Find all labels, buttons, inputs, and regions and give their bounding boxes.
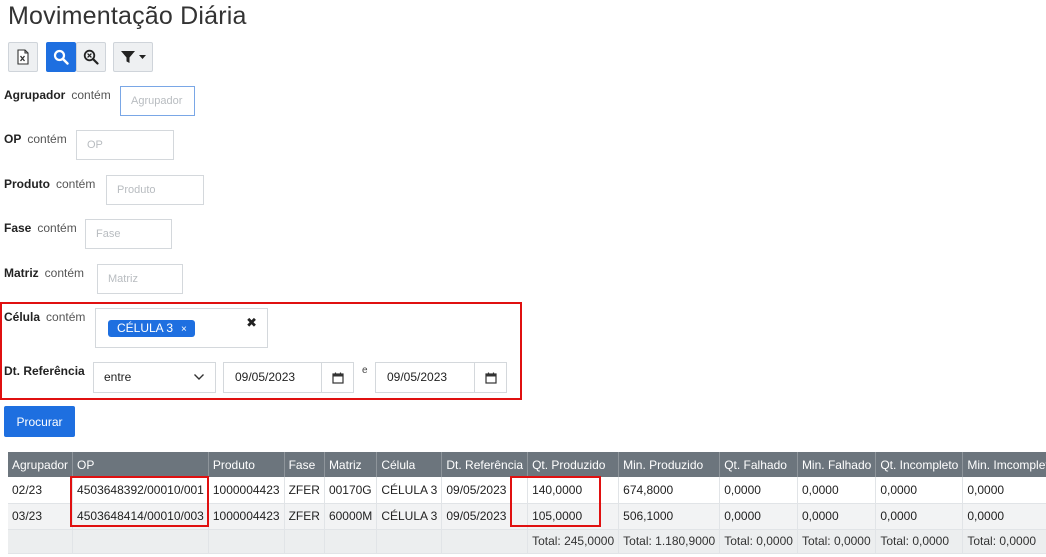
total-cell — [8, 529, 74, 554]
filter-icon — [121, 51, 135, 63]
column-header[interactable]: OP — [72, 452, 209, 477]
table-cell: 0,0000 — [875, 477, 964, 504]
table-cell: 0,0000 — [719, 477, 798, 504]
total-cell — [441, 529, 529, 554]
produto-input[interactable] — [106, 175, 204, 205]
table-cell: 0,0000 — [797, 503, 877, 530]
zoom-clear-icon — [83, 49, 99, 65]
celula-multiselect[interactable]: CÉLULA 3 × ✖ — [95, 308, 268, 348]
highlight-box-qt-produzido — [510, 476, 601, 527]
table-cell: CÉLULA 3 — [376, 503, 443, 530]
column-header[interactable]: Min. Imcompleto — [962, 452, 1046, 477]
table-cell: CÉLULA 3 — [376, 477, 443, 504]
table-cell: ZFER — [284, 477, 325, 504]
column-header[interactable]: Qt. Incompleto — [875, 452, 964, 477]
table-cell: 02/23 — [8, 477, 74, 504]
table-cell: 0,0000 — [962, 503, 1046, 530]
agrupador-input[interactable] — [120, 86, 195, 116]
table-cell: 0,0000 — [797, 477, 877, 504]
total-cell: Total: 0,0000 — [875, 529, 964, 554]
total-cell — [208, 529, 285, 554]
matriz-label: Matriz contém — [4, 266, 85, 280]
search-button[interactable] — [46, 42, 76, 72]
column-header[interactable]: Agrupador — [8, 452, 74, 477]
total-cell — [72, 529, 209, 554]
column-header[interactable]: Dt. Referência — [441, 452, 529, 477]
table-cell: 0,0000 — [719, 503, 798, 530]
search-icon — [53, 49, 69, 65]
date-to-input[interactable]: 09/05/2023 — [375, 362, 507, 393]
dt-referencia-mode-select[interactable]: entre — [93, 362, 216, 393]
calendar-icon[interactable] — [474, 363, 506, 392]
total-cell: Total: 0,0000 — [719, 529, 798, 554]
calendar-icon[interactable] — [321, 363, 353, 392]
clear-search-button[interactable] — [76, 42, 106, 72]
total-cell: Total: 1.180,9000 — [618, 529, 721, 554]
table-header-row: Agrupador OP Produto Fase Matriz Célula … — [8, 452, 1046, 477]
table-cell: 1000004423 — [208, 477, 285, 504]
excel-export-icon — [17, 49, 29, 65]
filter-dropdown-button[interactable] — [113, 42, 153, 72]
table-cell: 60000M — [324, 503, 378, 530]
caret-down-icon — [139, 54, 146, 59]
total-cell: Total: 0,0000 — [962, 529, 1046, 554]
procurar-button[interactable]: Procurar — [4, 406, 75, 437]
date-range-separator: e — [362, 365, 368, 376]
clear-selection-icon[interactable]: ✖ — [246, 315, 257, 331]
totals-row: Total: 245,0000 Total: 1.180,9000 Total:… — [8, 529, 1046, 554]
table-cell: 03/23 — [8, 503, 74, 530]
column-header[interactable]: Matriz — [324, 452, 378, 477]
table-cell: 1000004423 — [208, 503, 285, 530]
total-cell: Total: 0,0000 — [797, 529, 877, 554]
table-cell: 674,8000 — [618, 477, 721, 504]
table-cell: 506,1000 — [618, 503, 721, 530]
table-cell: ZFER — [284, 503, 325, 530]
celula-label: Célula contém — [4, 310, 86, 324]
excel-export-button[interactable] — [8, 42, 38, 72]
column-header[interactable]: Qt. Produzido — [527, 452, 620, 477]
agrupador-label: Agrupador contém — [4, 88, 111, 102]
column-header[interactable]: Min. Produzido — [618, 452, 721, 477]
column-header[interactable]: Min. Falhado — [797, 452, 877, 477]
date-from-input[interactable]: 09/05/2023 — [223, 362, 354, 393]
celula-chip[interactable]: CÉLULA 3 × — [108, 320, 195, 337]
matriz-input[interactable] — [97, 264, 183, 294]
chevron-down-icon — [193, 363, 205, 403]
total-cell: Total: 245,0000 — [527, 529, 620, 554]
op-input[interactable] — [76, 130, 174, 160]
chip-remove-icon[interactable]: × — [181, 324, 187, 335]
total-cell — [284, 529, 325, 554]
column-header[interactable]: Fase — [284, 452, 325, 477]
total-cell — [376, 529, 443, 554]
dt-referencia-label: Dt. Referência — [4, 364, 85, 378]
fase-label: Fase contém — [4, 221, 77, 235]
table-cell: 00170G — [324, 477, 378, 504]
highlight-box-op-column — [70, 476, 209, 527]
table-cell: 0,0000 — [962, 477, 1046, 504]
table-cell: 0,0000 — [875, 503, 964, 530]
page-title: Movimentação Diária — [8, 2, 247, 30]
total-cell — [324, 529, 378, 554]
fase-input[interactable] — [85, 219, 172, 249]
op-label: OP contém — [4, 132, 67, 146]
produto-label: Produto contém — [4, 177, 96, 191]
column-header[interactable]: Produto — [208, 452, 285, 477]
column-header[interactable]: Célula — [376, 452, 443, 477]
column-header[interactable]: Qt. Falhado — [719, 452, 798, 477]
